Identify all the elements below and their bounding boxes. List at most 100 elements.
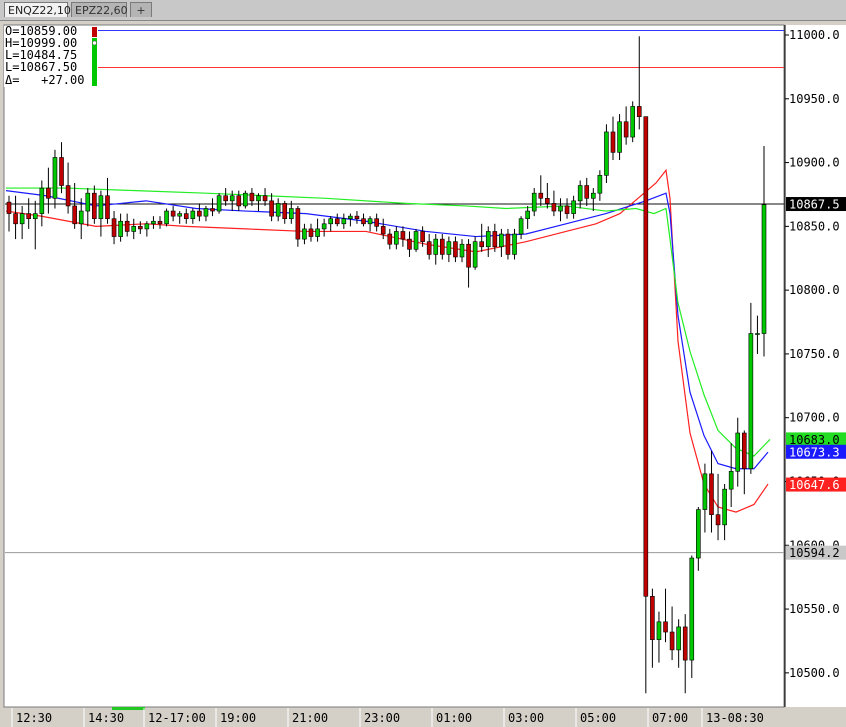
ohlc-last: L=10867.50 <box>5 60 77 74</box>
candle-body <box>92 192 97 220</box>
candle-body <box>505 233 511 255</box>
candle <box>413 228 419 252</box>
candle-body <box>610 131 616 153</box>
candle-body <box>453 241 458 258</box>
candle-body <box>39 187 45 214</box>
candle-body <box>295 208 301 240</box>
tab-bar: ENQZ22,10 EPZ22,60 + <box>0 0 846 21</box>
x-tick-label: 07:00 <box>652 711 688 725</box>
candle-body <box>354 215 360 220</box>
candle-body <box>466 243 471 268</box>
candle-body <box>413 231 419 250</box>
candle-body <box>669 631 675 651</box>
candle-body <box>157 220 163 225</box>
y-tick-label: 10750.0 <box>789 347 840 361</box>
candle-body <box>571 200 576 214</box>
candle-body <box>558 205 563 212</box>
candle-body <box>682 626 688 661</box>
candle-body <box>597 175 603 194</box>
candle-body <box>564 205 570 214</box>
plot-area[interactable] <box>3 24 785 708</box>
candle-body <box>440 238 445 255</box>
candle-body <box>387 233 393 245</box>
candle-body <box>19 213 25 225</box>
candle-body <box>289 208 294 220</box>
candle-body <box>59 157 64 186</box>
candle-body <box>13 213 18 225</box>
candle-body <box>46 187 51 199</box>
ohlc-delta: Δ= +27.00 <box>5 73 84 87</box>
candle-body <box>249 192 255 202</box>
candle-body <box>6 201 12 214</box>
candle-body <box>715 514 721 526</box>
candle-body <box>479 241 484 248</box>
candle-body <box>183 213 189 220</box>
candle-body <box>636 106 642 117</box>
candle-body <box>256 195 261 202</box>
candle-body <box>229 195 235 202</box>
y-tick-label: 11000.0 <box>789 28 840 42</box>
candle-body <box>315 228 320 237</box>
candle-body <box>236 195 242 207</box>
candle-body <box>755 333 760 335</box>
candle-body <box>742 432 747 470</box>
candle-body <box>728 470 734 490</box>
candle-body <box>748 333 754 470</box>
x-tick-label: 19:00 <box>220 711 256 725</box>
range-bar-red <box>92 27 97 37</box>
y-tick-label: 10900.0 <box>789 156 840 170</box>
candle-body <box>656 621 662 640</box>
candle <box>243 190 248 209</box>
candle-body <box>223 195 228 202</box>
candle-body <box>105 195 110 220</box>
candle-body <box>689 557 695 661</box>
candle-body <box>722 488 727 526</box>
candle-body <box>118 220 123 237</box>
candle-body <box>499 233 504 248</box>
candle-body <box>164 210 169 225</box>
candle-body <box>65 185 71 207</box>
x-tick-label: 23:00 <box>364 711 400 725</box>
price-chart[interactable]: 11000.0 10950.0 10900.0 10850.0 10800.0 10750… <box>0 21 846 727</box>
candle-body <box>177 213 182 217</box>
candle-body <box>735 432 741 472</box>
candle-body <box>545 197 550 204</box>
candle-body <box>78 210 84 225</box>
candle-body <box>643 116 649 597</box>
candle-body <box>124 220 130 232</box>
candle <box>689 555 695 678</box>
x-tick-label: 14:30 <box>88 711 124 725</box>
candle-body <box>630 106 635 138</box>
tab-epz22[interactable]: EPZ22,60 <box>71 2 128 17</box>
candle-body <box>485 231 491 248</box>
y-tick-label: 10850.0 <box>789 219 840 233</box>
candle-body <box>604 131 609 176</box>
add-tab-button[interactable]: + <box>130 2 152 17</box>
candle-body <box>426 241 432 255</box>
candle-body <box>203 208 209 217</box>
candle-body <box>269 200 274 217</box>
y-tick-label: 10700.0 <box>789 411 840 425</box>
candle-body <box>111 218 117 237</box>
candle-body <box>551 203 557 212</box>
candle-body <box>72 205 77 225</box>
candle-body <box>512 233 517 255</box>
candle-body <box>26 213 31 220</box>
candle-body <box>650 596 655 640</box>
x-tick-label: 12-17:00 <box>148 711 206 725</box>
y-tick-label: 10550.0 <box>789 602 840 616</box>
candle-body <box>380 226 386 235</box>
candle-body <box>709 473 714 515</box>
candle-body <box>538 192 544 199</box>
candle-body <box>433 238 439 255</box>
candle-body <box>761 204 767 334</box>
price-badge-label: 10867.5 <box>789 198 840 212</box>
candle-body <box>617 121 622 153</box>
candle-body <box>321 223 327 230</box>
tab-enqz22[interactable]: ENQZ22,10 <box>4 2 71 17</box>
candle <box>604 124 609 183</box>
candle-body <box>138 226 143 230</box>
candle-body <box>341 218 347 225</box>
price-badge-label: 10647.6 <box>789 478 840 492</box>
candle-body <box>210 208 215 212</box>
